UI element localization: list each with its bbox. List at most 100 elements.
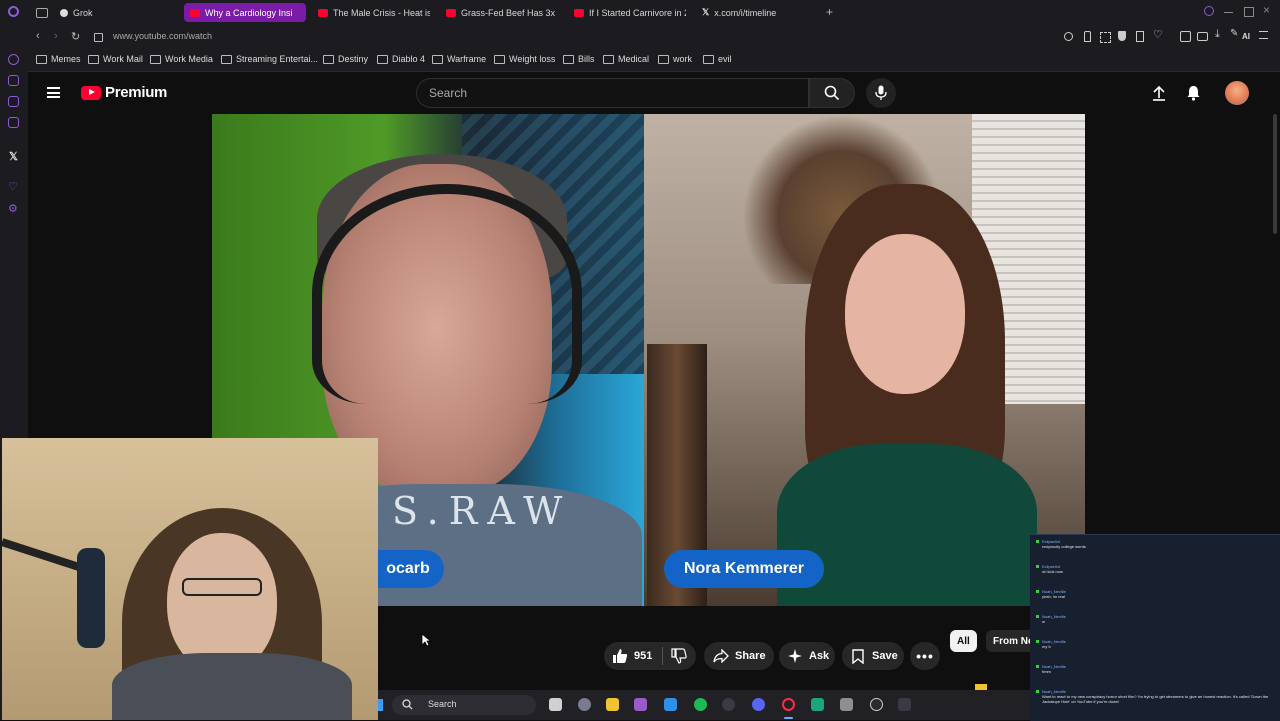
bookmark-memes[interactable]: Memes bbox=[36, 54, 81, 64]
bookmark-diablo4[interactable]: Diablo 4 bbox=[377, 54, 425, 64]
taskbar-search[interactable]: Search bbox=[392, 695, 536, 715]
tab-label: Grok bbox=[73, 7, 93, 18]
tab-label: Why a Cardiology Insi bbox=[205, 7, 293, 18]
share-label: Share bbox=[735, 650, 766, 662]
chat-badge-icon bbox=[1036, 690, 1039, 693]
steam-icon[interactable] bbox=[722, 698, 735, 711]
twitch-icon[interactable] bbox=[8, 96, 19, 107]
terminal-icon[interactable] bbox=[898, 698, 911, 711]
streamer-hoodie bbox=[112, 653, 352, 720]
tab-grok[interactable]: Grok bbox=[60, 3, 160, 22]
folder-icon bbox=[88, 54, 99, 64]
url-field[interactable]: www.youtube.com/watch bbox=[113, 31, 212, 41]
copilot-icon[interactable] bbox=[578, 698, 591, 711]
favorites-heart-icon[interactable]: ♡ bbox=[8, 180, 18, 193]
tab-carnivore[interactable]: If I Started Carnivore in 20 bbox=[574, 3, 686, 22]
snapshot-icon[interactable] bbox=[1100, 32, 1111, 43]
hamburger-menu-icon[interactable] bbox=[47, 87, 60, 98]
photos-icon[interactable] bbox=[634, 698, 647, 711]
chat-text: w bbox=[1042, 619, 1045, 624]
opera-logo-icon[interactable] bbox=[8, 6, 19, 17]
tab-label: Grass-Fed Beef Has 3x M bbox=[461, 7, 558, 18]
notepad-icon[interactable] bbox=[840, 698, 853, 711]
youtube-logo[interactable]: Premium bbox=[81, 84, 167, 101]
bookmark-streaming[interactable]: Streaming Entertai... bbox=[221, 54, 318, 64]
bookmark-weight-loss[interactable]: Weight loss bbox=[494, 54, 555, 64]
back-icon[interactable]: ‹ bbox=[36, 30, 40, 42]
reload-icon[interactable]: ↻ bbox=[71, 30, 80, 43]
task-view-icon[interactable] bbox=[549, 698, 562, 711]
close-icon[interactable]: × bbox=[1263, 3, 1270, 17]
opera-icon[interactable] bbox=[782, 698, 795, 711]
chat-message: Noah_Neville hmm bbox=[1036, 664, 1272, 674]
save-label: Save bbox=[872, 650, 898, 662]
share-button[interactable]: Share bbox=[704, 642, 774, 670]
start-windows-icon[interactable] bbox=[378, 699, 383, 711]
notifications-bell-icon[interactable] bbox=[1186, 85, 1201, 101]
pin-icon[interactable] bbox=[1084, 31, 1091, 42]
avatar[interactable] bbox=[1225, 81, 1249, 105]
voice-search-button[interactable] bbox=[866, 78, 896, 108]
heart-icon[interactable]: ♡ bbox=[1153, 28, 1163, 41]
tab-male-crisis[interactable]: The Male Crisis - Heat is V bbox=[318, 3, 430, 22]
edit-icon[interactable]: ✎ bbox=[1230, 28, 1238, 39]
bookmark-work-mail[interactable]: Work Mail bbox=[88, 54, 143, 64]
tab-overview-icon[interactable] bbox=[36, 8, 48, 18]
spotify-icon[interactable] bbox=[694, 698, 707, 711]
messenger-icon[interactable] bbox=[8, 75, 19, 86]
webcam-overlay bbox=[2, 438, 378, 720]
tab-x-timeline[interactable]: 𝕏 x.com/i/timeline bbox=[702, 3, 812, 22]
zoom-icon[interactable] bbox=[1064, 32, 1073, 41]
bookmark-medical[interactable]: Medical bbox=[603, 54, 649, 64]
maximize-icon[interactable] bbox=[1244, 7, 1254, 17]
mail-icon[interactable] bbox=[8, 117, 19, 128]
more-actions-button[interactable]: ••• bbox=[910, 642, 940, 670]
bookmark-warframe[interactable]: Warframe bbox=[432, 54, 486, 64]
search-button[interactable] bbox=[809, 78, 855, 108]
upload-icon[interactable] bbox=[1152, 85, 1166, 101]
bookmark-icon[interactable] bbox=[1136, 31, 1144, 42]
ai-label[interactable]: AI bbox=[1242, 32, 1250, 41]
thumbs-up-icon bbox=[613, 649, 628, 663]
x-sidebar-icon[interactable]: 𝕏 bbox=[9, 150, 18, 163]
youtube-premium-label: Premium bbox=[105, 84, 168, 101]
calendar-icon[interactable] bbox=[664, 698, 677, 711]
like-button[interactable]: 951 bbox=[604, 648, 652, 664]
download-icon[interactable]: ⤓ bbox=[1215, 28, 1220, 41]
bookmark-bills[interactable]: Bills bbox=[563, 54, 595, 64]
chat-message: Noah_Neville yeah, im real bbox=[1036, 589, 1272, 599]
tab-grass-fed-beef[interactable]: Grass-Fed Beef Has 3x M bbox=[446, 3, 558, 22]
shield-icon[interactable] bbox=[1118, 31, 1126, 41]
bookmark-work-media[interactable]: Work Media bbox=[150, 54, 213, 64]
indicator bbox=[975, 684, 987, 690]
new-tab-icon[interactable]: + bbox=[826, 5, 833, 19]
wallet-icon[interactable] bbox=[1197, 32, 1208, 41]
folder-icon bbox=[603, 54, 614, 64]
bookmark-work[interactable]: work bbox=[658, 54, 692, 64]
bookmark-evil[interactable]: evil bbox=[703, 54, 732, 64]
extensions-icon[interactable] bbox=[1180, 31, 1191, 42]
minimize-icon[interactable] bbox=[1224, 12, 1233, 13]
page-scrollbar[interactable] bbox=[1273, 114, 1277, 234]
dislike-button[interactable] bbox=[671, 648, 688, 664]
forward-icon[interactable]: › bbox=[54, 30, 58, 42]
bookmark-destiny[interactable]: Destiny bbox=[323, 54, 368, 64]
aria-icon[interactable] bbox=[8, 54, 19, 65]
chat-badge-icon bbox=[1036, 615, 1039, 618]
app-icon[interactable] bbox=[811, 698, 824, 711]
explorer-icon[interactable] bbox=[606, 698, 619, 711]
settings-gear-icon[interactable]: ⚙ bbox=[8, 202, 18, 215]
search-input[interactable]: Search bbox=[416, 78, 809, 108]
discord-icon[interactable] bbox=[752, 698, 765, 711]
ask-button[interactable]: Ask bbox=[779, 642, 835, 670]
share-icon bbox=[713, 649, 729, 663]
chat-text: my b bbox=[1042, 644, 1051, 649]
search-tabs-icon[interactable] bbox=[1204, 6, 1214, 16]
obs-icon[interactable] bbox=[870, 698, 883, 711]
save-button[interactable]: Save bbox=[842, 642, 904, 670]
lock-icon bbox=[94, 33, 103, 42]
menu-icon[interactable] bbox=[1259, 31, 1268, 39]
tab-cardiology-video[interactable]: Why a Cardiology Insi bbox=[184, 3, 306, 22]
like-dislike-group: 951 bbox=[604, 642, 696, 670]
chip-all[interactable]: All bbox=[950, 630, 977, 652]
